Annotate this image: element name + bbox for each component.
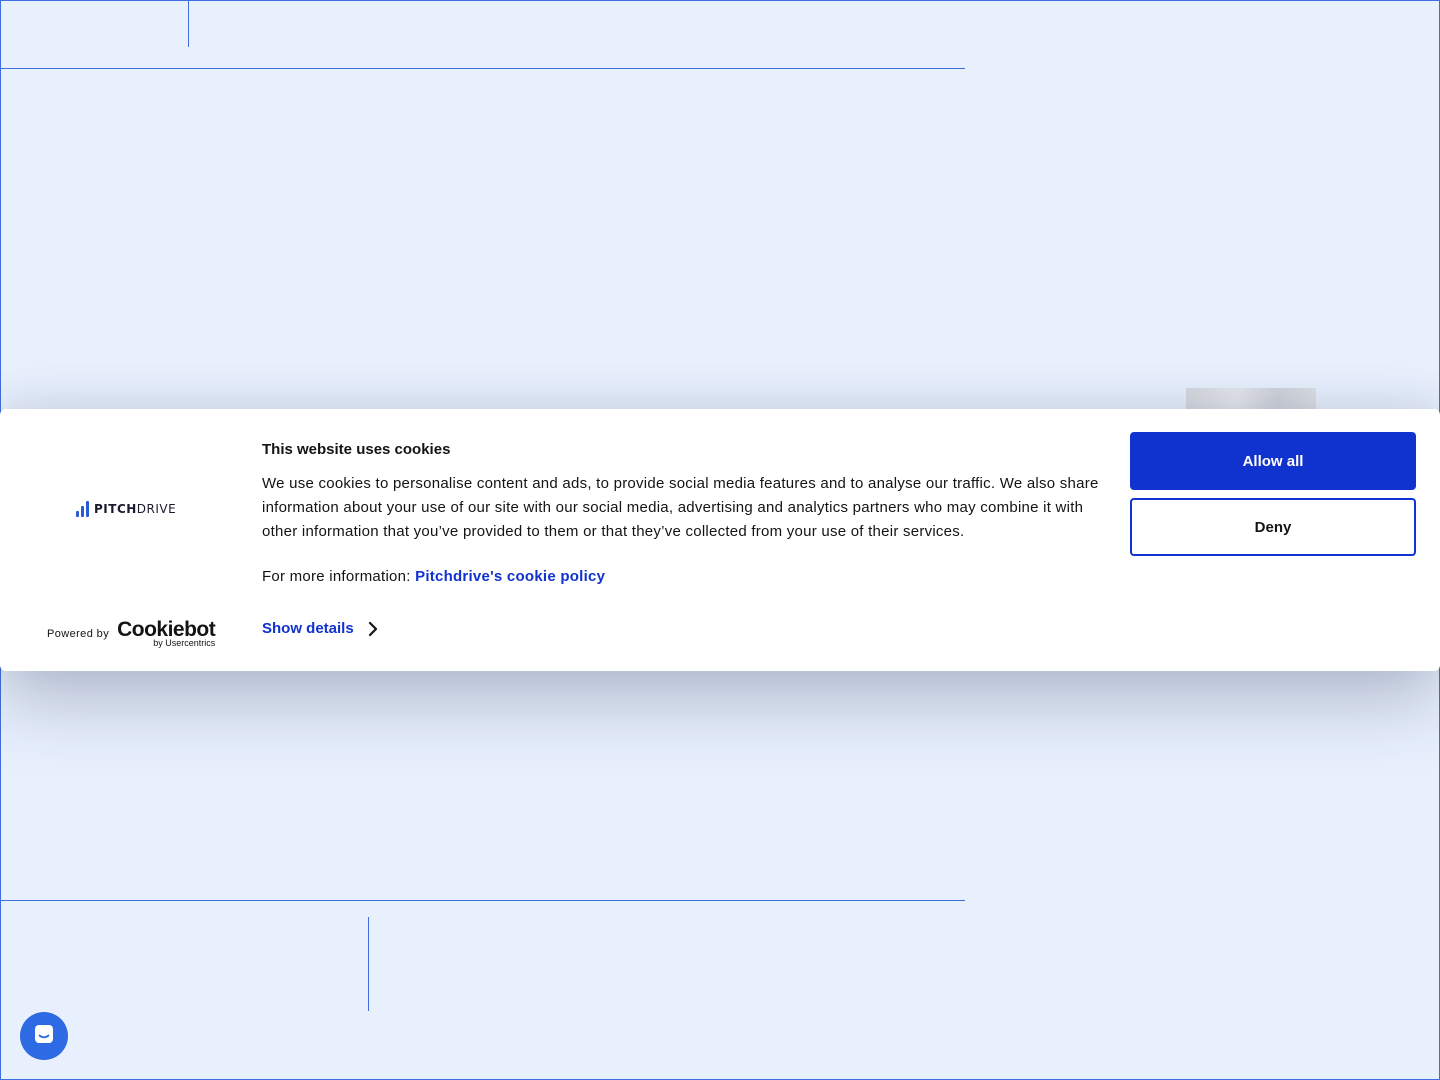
- divider-line: [188, 0, 189, 47]
- chat-bubble-icon: [33, 1023, 55, 1050]
- cookie-consent-banner: PITCHDRIVE Powered by Cookiebot by Userc…: [0, 409, 1440, 671]
- show-details-button[interactable]: Show details: [262, 620, 378, 637]
- cookiebot-sub: by Usercentrics: [153, 638, 216, 648]
- cookie-text-area: This website uses cookies We use cookies…: [262, 441, 1112, 585]
- cookie-policy-link[interactable]: Pitchdrive's cookie policy: [415, 568, 605, 585]
- cookiebot-brand: Cookiebot: [117, 618, 216, 641]
- divider-line: [0, 900, 965, 901]
- pitchdrive-logo: PITCHDRIVE: [76, 501, 176, 517]
- divider-line: [368, 917, 369, 1011]
- divider-line: [0, 68, 965, 69]
- deny-button[interactable]: Deny: [1130, 498, 1416, 556]
- cookiebot-powered-by[interactable]: Powered by Cookiebot by Usercentrics: [47, 618, 216, 648]
- logo-text: PITCHDRIVE: [94, 502, 177, 516]
- pitchdrive-bars-icon: [76, 501, 89, 517]
- show-details-label: Show details: [262, 620, 354, 637]
- more-info: For more information: Pitchdrive's cooki…: [262, 568, 1112, 585]
- cookiebot-logo: Cookiebot by Usercentrics: [117, 618, 216, 648]
- powered-by-label: Powered by: [47, 627, 110, 640]
- cookie-title: This website uses cookies: [262, 441, 451, 458]
- background-image-fragment: [1186, 388, 1316, 410]
- chat-launcher-button[interactable]: [20, 1012, 68, 1060]
- more-info-label: For more information:: [262, 568, 411, 585]
- cookie-description: We use cookies to personalise content an…: [262, 475, 1099, 540]
- chevron-right-icon: [368, 621, 378, 637]
- allow-all-button[interactable]: Allow all: [1130, 432, 1416, 490]
